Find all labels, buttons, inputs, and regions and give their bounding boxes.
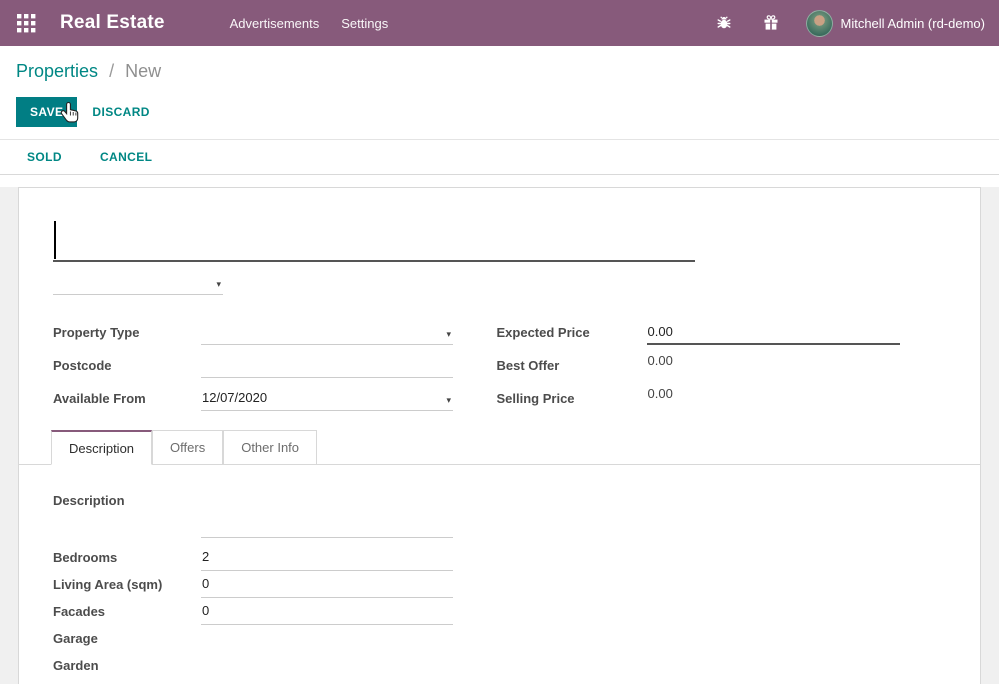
postcode-input[interactable] bbox=[201, 352, 453, 377]
form-sheet: ▾ Property Type ▾ Postcode bbox=[18, 187, 981, 684]
living-area-label: Living Area (sqm) bbox=[53, 577, 201, 592]
best-offer-field: 0.00 bbox=[647, 352, 900, 378]
property-name-input[interactable] bbox=[53, 218, 695, 260]
facades-label: Facades bbox=[53, 604, 201, 619]
breadcrumb-properties-link[interactable]: Properties bbox=[16, 61, 98, 81]
user-avatar[interactable] bbox=[806, 10, 833, 37]
left-column: Property Type ▾ Postcode Available From bbox=[53, 319, 497, 418]
description-label: Description bbox=[53, 490, 201, 508]
property-type-label: Property Type bbox=[53, 325, 201, 340]
postcode-field bbox=[201, 352, 453, 378]
top-navbar: Real Estate Advertisements Settings bbox=[0, 0, 999, 46]
menu-advertisements[interactable]: Advertisements bbox=[219, 2, 331, 45]
menu-settings[interactable]: Settings bbox=[330, 2, 399, 45]
field-row-property-type: Property Type ▾ bbox=[53, 319, 497, 345]
navbar-menus: Advertisements Settings bbox=[219, 2, 400, 45]
bedrooms-input[interactable] bbox=[201, 544, 453, 570]
expected-price-input[interactable] bbox=[647, 319, 900, 343]
breadcrumb-current: New bbox=[125, 61, 161, 81]
facades-field bbox=[201, 598, 453, 625]
property-name-field bbox=[53, 218, 695, 262]
tab-offers[interactable]: Offers bbox=[152, 430, 223, 465]
field-row-garage: Garage bbox=[53, 625, 940, 652]
tab-other-info[interactable]: Other Info bbox=[223, 430, 317, 465]
save-button[interactable]: SAVE bbox=[16, 97, 77, 127]
field-row-facades: Facades bbox=[53, 598, 940, 625]
garage-label: Garage bbox=[53, 631, 201, 646]
facades-input[interactable] bbox=[201, 598, 453, 624]
expected-price-label: Expected Price bbox=[497, 325, 647, 340]
selling-price-label: Selling Price bbox=[497, 391, 647, 406]
garden-area-input[interactable] bbox=[201, 679, 453, 684]
field-row-selling-price: Selling Price 0.00 bbox=[497, 385, 941, 411]
available-from-field: ▾ bbox=[201, 385, 453, 411]
field-row-description: Description bbox=[53, 490, 940, 538]
discard-button[interactable]: DISCARD bbox=[92, 105, 149, 119]
form-view-background: ▾ Property Type ▾ Postcode bbox=[0, 187, 999, 684]
property-type-input[interactable] bbox=[201, 319, 453, 344]
field-row-postcode: Postcode bbox=[53, 352, 497, 378]
chevron-down-icon: ▾ bbox=[216, 280, 221, 289]
property-type-select[interactable]: ▾ bbox=[201, 319, 453, 345]
garden-area-field bbox=[201, 679, 453, 684]
field-row-available-from: Available From ▾ bbox=[53, 385, 497, 411]
text-cursor bbox=[54, 221, 56, 259]
sold-button[interactable]: SOLD bbox=[27, 150, 62, 164]
expected-price-field bbox=[647, 319, 900, 345]
field-row-best-offer: Best Offer 0.00 bbox=[497, 352, 941, 378]
chevron-down-icon: ▾ bbox=[446, 330, 451, 339]
field-row-expected-price: Expected Price bbox=[497, 319, 941, 345]
apps-grid-glyph bbox=[17, 14, 36, 33]
field-row-garden-area: Garden Area (sqm) bbox=[53, 679, 940, 684]
available-from-label: Available From bbox=[53, 391, 201, 406]
gift-icon[interactable] bbox=[763, 15, 780, 32]
breadcrumb-separator: / bbox=[109, 61, 114, 81]
debug-bug-icon[interactable] bbox=[716, 15, 733, 32]
bedrooms-label: Bedrooms bbox=[53, 550, 201, 565]
selling-price-value: 0.00 bbox=[647, 386, 673, 401]
tab-strip: Description Offers Other Info bbox=[19, 430, 980, 465]
field-row-garden: Garden bbox=[53, 652, 940, 679]
apps-grid-icon[interactable] bbox=[8, 5, 44, 41]
bedrooms-field bbox=[201, 544, 453, 571]
garden-field bbox=[201, 652, 453, 679]
notebook: Description Offers Other Info Descriptio… bbox=[53, 430, 940, 684]
field-row-bedrooms: Bedrooms bbox=[53, 544, 940, 571]
best-offer-label: Best Offer bbox=[497, 358, 647, 373]
breadcrumb: Properties / New bbox=[16, 61, 983, 82]
control-panel: Properties / New SAVE DISCARD bbox=[0, 46, 999, 139]
cancel-button[interactable]: CANCEL bbox=[100, 150, 152, 164]
living-area-field bbox=[201, 571, 453, 598]
garage-field bbox=[201, 625, 453, 652]
control-panel-buttons: SAVE DISCARD bbox=[16, 97, 983, 127]
best-offer-value: 0.00 bbox=[647, 353, 673, 368]
tab-description[interactable]: Description bbox=[51, 430, 152, 465]
top-field-group: Property Type ▾ Postcode Available From bbox=[53, 319, 940, 418]
statusbar: SOLD CANCEL bbox=[0, 139, 999, 175]
postcode-label: Postcode bbox=[53, 358, 201, 373]
field-row-living-area: Living Area (sqm) bbox=[53, 571, 940, 598]
garage-checkbox[interactable] bbox=[202, 625, 454, 652]
garden-checkbox[interactable] bbox=[202, 652, 454, 679]
living-area-input[interactable] bbox=[201, 571, 453, 597]
tags-field[interactable]: ▾ bbox=[53, 269, 223, 295]
save-button-label: SAVE bbox=[30, 105, 63, 119]
app-title[interactable]: Real Estate bbox=[60, 12, 165, 34]
right-column: Expected Price Best Offer 0.00 Selling P… bbox=[497, 319, 941, 418]
selling-price-field: 0.00 bbox=[647, 385, 900, 411]
user-menu[interactable]: Mitchell Admin (rd-demo) bbox=[841, 16, 986, 31]
garden-label: Garden bbox=[53, 658, 201, 673]
description-tab-page: Description Bedrooms Living Area (sqm) bbox=[53, 465, 940, 684]
description-textarea[interactable] bbox=[201, 490, 453, 538]
available-from-date-input[interactable] bbox=[201, 385, 453, 410]
chevron-down-icon: ▾ bbox=[446, 396, 451, 405]
